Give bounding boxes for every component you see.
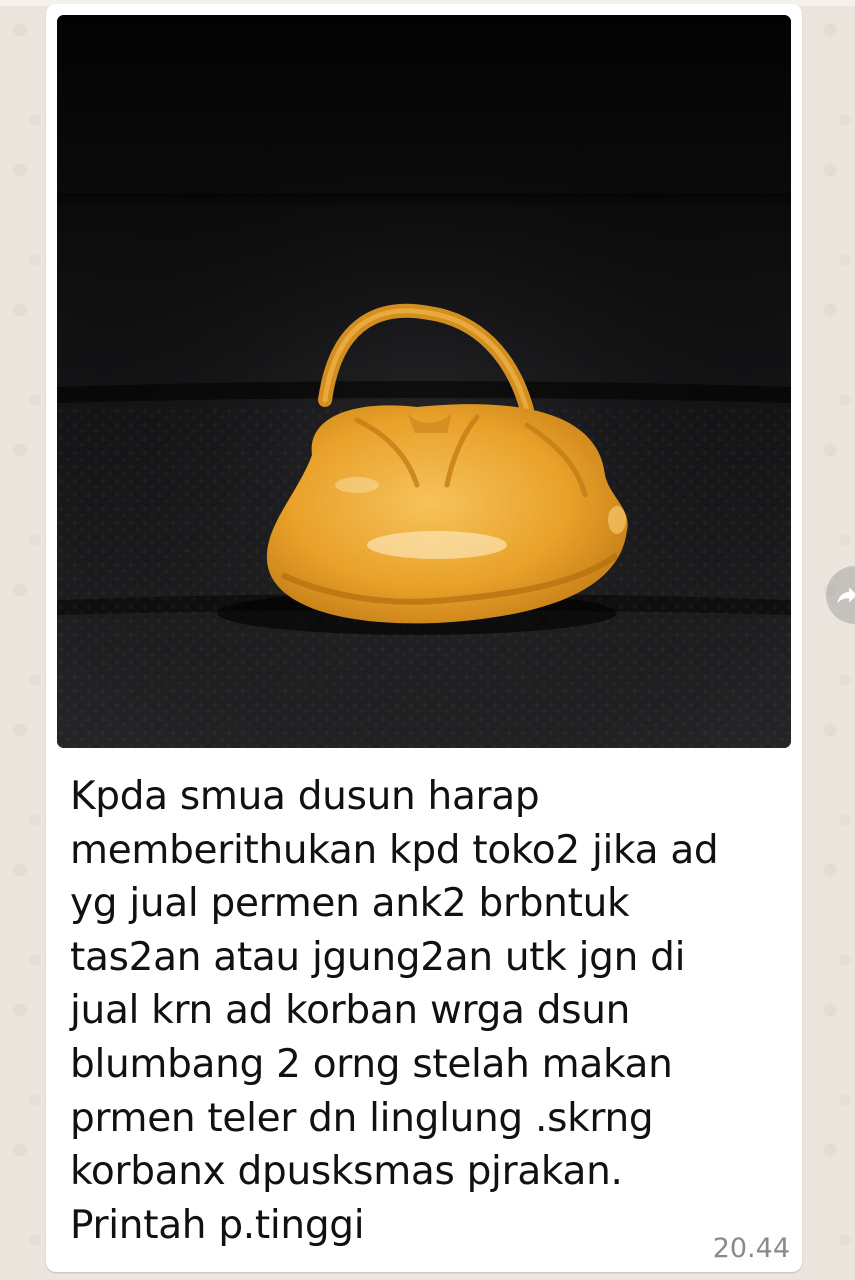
message-timestamp: 20.44: [712, 1233, 790, 1264]
forward-arrow-icon: [837, 587, 855, 604]
chat-area[interactable]: Kpda smua dusun harap memberithukan kpd …: [0, 0, 855, 1280]
message-photo[interactable]: [57, 15, 791, 748]
forward-button[interactable]: [826, 566, 855, 624]
message-text: Kpda smua dusun harap memberithukan kpd …: [70, 774, 719, 1248]
candy-photo-image: [57, 15, 791, 748]
message-bubble[interactable]: Kpda smua dusun harap memberithukan kpd …: [46, 4, 802, 1272]
